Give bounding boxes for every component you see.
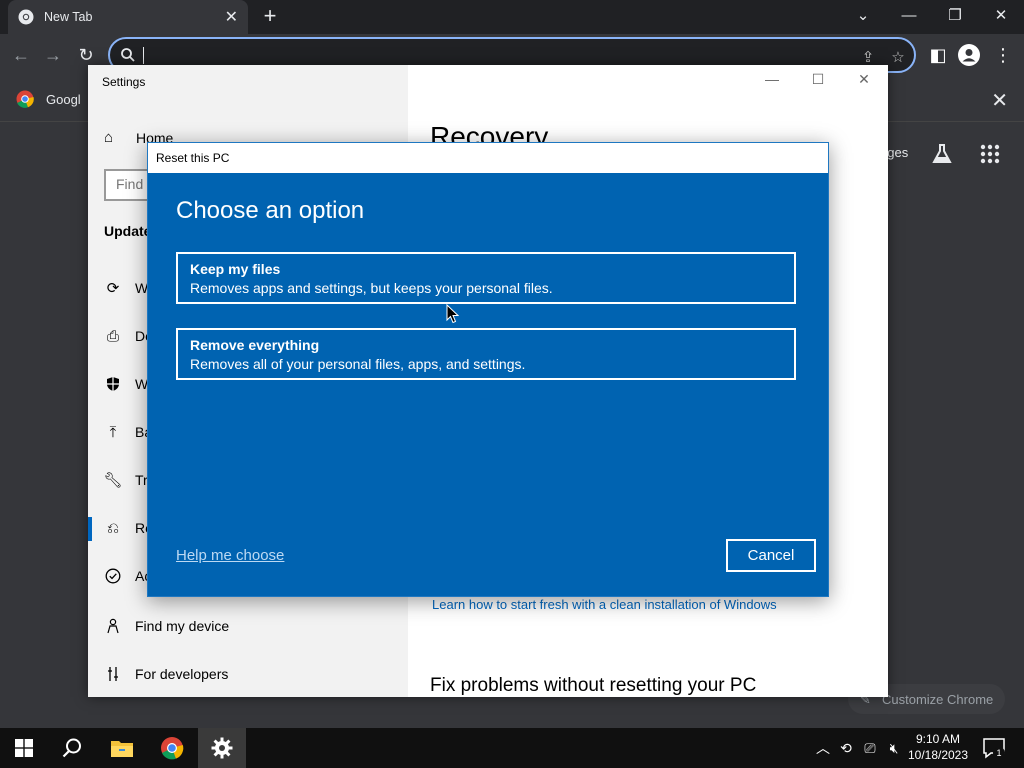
section-title: Fix problems without resetting your PC bbox=[430, 675, 757, 696]
chrome-titlebar: New Tab ✕ + ⌄ — ❐ ✕ bbox=[0, 0, 1024, 34]
sidebar-item-delivery[interactable]: ⎙ De bbox=[104, 327, 153, 345]
wrench-icon: 🔧︎ bbox=[103, 472, 123, 489]
clock-time: 9:10 AM bbox=[915, 732, 961, 746]
tab-title: New Tab bbox=[44, 10, 93, 24]
sidebar-item-security[interactable]: W bbox=[104, 375, 148, 393]
option-description: Removes apps and settings, but keeps you… bbox=[190, 280, 553, 296]
back-icon[interactable]: ← bbox=[8, 42, 34, 68]
settings-window-title: Settings bbox=[102, 75, 146, 89]
notification-count-badge: 1 bbox=[993, 747, 1005, 759]
shield-icon bbox=[104, 375, 122, 393]
minimize-icon[interactable]: — bbox=[886, 0, 932, 30]
chevron-up-icon[interactable]: ︿ bbox=[813, 738, 833, 758]
sync-icon: ⟳ bbox=[106, 280, 120, 297]
text-caret bbox=[143, 47, 144, 64]
folder-icon bbox=[111, 741, 133, 757]
menu-icon[interactable]: ⋮ bbox=[990, 42, 1016, 68]
remove-everything-option[interactable]: Remove everything Removes all of your pe… bbox=[176, 328, 796, 380]
sidebar-item-for-developers[interactable]: For developers bbox=[104, 665, 228, 683]
sidebar-item-find-my-device[interactable]: Find my device bbox=[104, 617, 229, 635]
network-icon[interactable]: ⎚ bbox=[860, 738, 880, 758]
windows-logo-icon bbox=[15, 739, 33, 757]
update-tray-icon[interactable]: ⟲ bbox=[836, 738, 856, 758]
active-indicator bbox=[88, 517, 92, 541]
bookmark-google[interactable]: Googl bbox=[16, 90, 81, 108]
taskbar-chrome[interactable] bbox=[148, 728, 196, 768]
sidebar-item-activation[interactable]: Ac bbox=[104, 567, 151, 585]
home-icon: ⌂ bbox=[104, 129, 114, 146]
sidebar-item-label: Tr bbox=[135, 472, 148, 488]
tab-close-icon[interactable]: ✕ bbox=[225, 7, 238, 27]
volume-muted-icon[interactable]: 🔇︎ bbox=[884, 738, 904, 758]
clock-date: 10/18/2023 bbox=[907, 748, 969, 762]
taskbar-settings[interactable] bbox=[198, 728, 246, 768]
star-icon[interactable]: ☆ bbox=[888, 47, 908, 67]
find-placeholder: Find bbox=[116, 176, 144, 192]
sidebar-item-label: For developers bbox=[135, 666, 229, 682]
option-title: Remove everything bbox=[190, 337, 320, 353]
search-icon bbox=[121, 48, 135, 62]
search-icon bbox=[62, 738, 81, 758]
learn-fresh-start-link[interactable]: Learn how to start fresh with a clean in… bbox=[432, 597, 777, 612]
chrome-logo-icon bbox=[161, 737, 184, 760]
bookmark-label: Googl bbox=[46, 91, 81, 107]
gear-icon bbox=[211, 737, 233, 759]
sidebar-item-backup[interactable]: ⤒ Ba bbox=[104, 423, 152, 441]
cancel-button[interactable]: Cancel bbox=[726, 539, 816, 572]
chrome-logo-icon bbox=[16, 90, 34, 108]
chrome-logo-icon bbox=[18, 9, 34, 25]
labs-icon[interactable] bbox=[930, 142, 954, 166]
customize-chrome-label: Customize Chrome bbox=[882, 691, 994, 707]
delivery-icon: ⎙ bbox=[106, 327, 119, 345]
sidebar-item-label: Find my device bbox=[135, 618, 230, 634]
restore-icon[interactable]: ❐ bbox=[932, 0, 978, 30]
new-tab-button[interactable]: + bbox=[258, 4, 282, 28]
taskbar: ︿ ⟲ ⎚ 🔇︎ 9:10 AM 10/18/2023 1 bbox=[0, 728, 1024, 768]
dialog-title: Reset this PC bbox=[148, 143, 828, 173]
close-window-icon[interactable]: ✕ bbox=[978, 0, 1024, 30]
dialog-heading: Choose an option bbox=[176, 197, 365, 224]
section-heading: Update bbox=[104, 223, 152, 239]
sidebar-item-windows-update[interactable]: ⟳ W bbox=[104, 279, 149, 297]
backup-arrow-icon: ⤒ bbox=[109, 423, 117, 441]
share-icon[interactable]: ⇪ bbox=[858, 47, 878, 67]
sidebar-item-recovery[interactable]: ⎌ Re bbox=[104, 519, 153, 537]
person-location-icon bbox=[104, 617, 122, 635]
help-me-choose-link[interactable]: Help me choose bbox=[176, 547, 284, 564]
maximize-icon[interactable]: ☐ bbox=[802, 71, 834, 91]
taskbar-file-explorer[interactable] bbox=[98, 728, 146, 768]
tab-new-tab[interactable]: New Tab ✕ bbox=[8, 0, 248, 34]
apps-grid-icon[interactable] bbox=[980, 144, 1000, 164]
mouse-cursor-icon bbox=[446, 304, 460, 324]
clock[interactable]: 9:10 AM 10/18/2023 bbox=[904, 731, 972, 763]
keep-my-files-option[interactable]: Keep my files Removes apps and settings,… bbox=[176, 252, 796, 304]
reset-pc-dialog: Reset this PC Choose an option Keep my f… bbox=[147, 142, 829, 597]
option-title: Keep my files bbox=[190, 261, 281, 277]
close-icon[interactable]: ✕ bbox=[991, 88, 1008, 113]
profile-icon[interactable] bbox=[958, 44, 980, 66]
option-description: Removes all of your personal files, apps… bbox=[190, 356, 526, 372]
start-button[interactable] bbox=[0, 728, 48, 768]
sidebar-icon[interactable]: ◧ bbox=[925, 42, 951, 68]
close-icon[interactable]: ✕ bbox=[848, 71, 880, 91]
tab-search-icon[interactable]: ⌄ bbox=[840, 0, 886, 30]
minimize-icon[interactable]: — bbox=[756, 71, 788, 91]
taskbar-search-button[interactable] bbox=[48, 728, 96, 768]
developer-icon bbox=[104, 665, 122, 683]
check-circle-icon bbox=[104, 567, 122, 585]
recovery-icon: ⎌ bbox=[106, 519, 119, 537]
forward-icon[interactable]: → bbox=[40, 42, 66, 68]
sidebar-item-troubleshoot[interactable]: 🔧︎ Tr bbox=[103, 471, 148, 489]
